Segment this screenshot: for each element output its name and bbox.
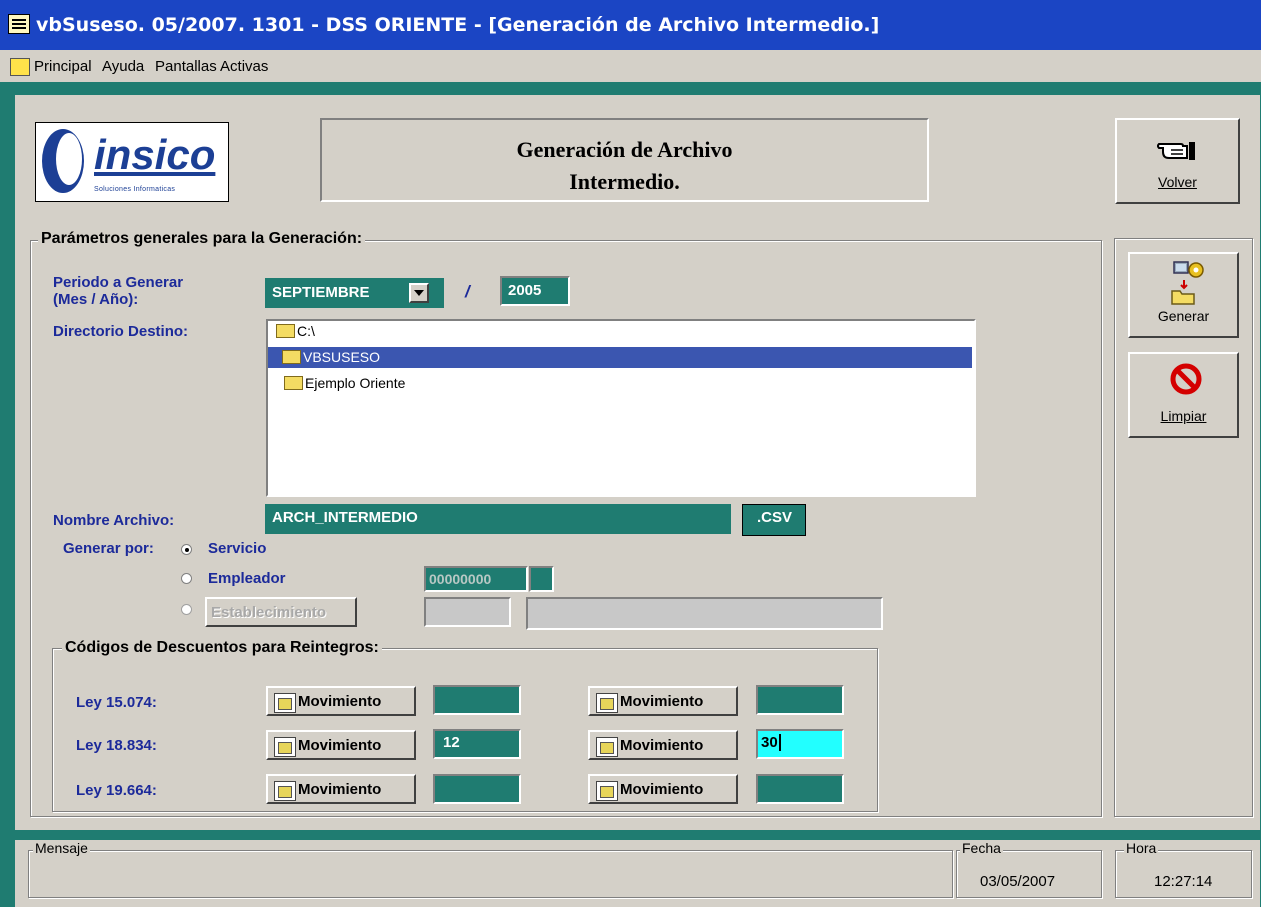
movement-icon xyxy=(596,781,618,801)
movimiento-button-18834-b[interactable]: Movimiento xyxy=(588,730,738,760)
code-input-19664-b[interactable] xyxy=(756,774,844,804)
menu-pantallas-activas[interactable]: Pantallas Activas xyxy=(155,58,268,75)
movimiento-label: Movimiento xyxy=(298,693,382,710)
fecha-label: Fecha xyxy=(960,840,1003,856)
volver-label: Volver xyxy=(1158,174,1197,190)
month-value: SEPTIEMBRE xyxy=(272,284,370,301)
generar-label: Generar xyxy=(1157,308,1210,324)
menu-ayuda[interactable]: Ayuda xyxy=(102,58,144,75)
directory-list[interactable]: C:\ VBSUSESO Ejemplo Oriente xyxy=(266,319,976,497)
generar-por-label: Generar por: xyxy=(63,540,154,557)
generar-button[interactable]: Generar xyxy=(1128,252,1239,338)
page-heading-box: Generación de Archivo Intermedio. xyxy=(320,118,929,202)
generate-file-icon xyxy=(1171,261,1204,305)
limpiar-label: Limpiar xyxy=(1160,408,1207,424)
code-input-18834-a[interactable]: 12 xyxy=(433,729,521,759)
mensaje-panel xyxy=(28,850,953,898)
radio-servicio[interactable] xyxy=(181,544,192,555)
logo-subtitle: Soluciones Informaticas xyxy=(94,186,176,193)
window-title: vbSuseso. 05/2007. 1301 - DSS ORIENTE - … xyxy=(36,14,880,36)
radio-empleador[interactable] xyxy=(181,573,192,584)
month-select[interactable]: SEPTIEMBRE xyxy=(265,278,444,308)
dir-item-vbsuseso[interactable]: VBSUSESO xyxy=(268,347,972,368)
period-separator: / xyxy=(465,282,470,301)
chevron-down-icon xyxy=(414,290,424,296)
movimiento-button-18834-a[interactable]: Movimiento xyxy=(266,730,416,760)
movement-icon xyxy=(274,781,296,801)
menu-bar: Principal Ayuda Pantallas Activas xyxy=(0,50,1261,82)
code-value: 30 xyxy=(761,734,781,751)
movement-icon xyxy=(274,737,296,757)
establecimiento-button[interactable]: Establecimiento xyxy=(205,597,357,627)
empleador-code-input[interactable]: 00000000 xyxy=(424,566,528,592)
codigos-group-title: Códigos de Descuentos para Reintegros: xyxy=(62,639,382,657)
establecimiento-label: Establecimiento xyxy=(211,604,327,621)
code-value: 12 xyxy=(443,734,460,751)
movement-icon xyxy=(274,693,296,713)
extension-value: .CSV xyxy=(757,509,793,526)
volver-button[interactable]: Volver xyxy=(1115,118,1240,204)
servicio-label[interactable]: Servicio xyxy=(208,540,266,557)
folder-icon xyxy=(284,376,303,391)
nombre-archivo-value: ARCH_INTERMEDIO xyxy=(272,509,418,526)
params-group-title: Parámetros generales para la Generación: xyxy=(38,230,366,248)
movement-icon xyxy=(596,693,618,713)
code-input-15074-b[interactable] xyxy=(756,685,844,715)
empleador-dv-input[interactable] xyxy=(529,566,554,592)
extension-label: .CSV xyxy=(742,504,806,536)
nombre-archivo-label: Nombre Archivo: xyxy=(53,512,175,529)
year-input[interactable]: 2005 xyxy=(500,276,570,306)
movimiento-button-15074-b[interactable]: Movimiento xyxy=(588,686,738,716)
establecimiento-name-input[interactable] xyxy=(526,597,883,630)
periodo-label: Periodo a Generar (Mes / Año): xyxy=(53,274,184,308)
movimiento-button-19664-a[interactable]: Movimiento xyxy=(266,774,416,804)
code-input-18834-b[interactable]: 30 xyxy=(756,729,844,759)
dir-vbsuseso-label: VBSUSESO xyxy=(303,349,381,365)
app-icon[interactable] xyxy=(8,14,30,34)
menu-principal[interactable]: Principal xyxy=(34,58,92,75)
ley-18834-label: Ley 18.834: xyxy=(76,737,157,754)
hora-label: Hora xyxy=(1124,840,1159,856)
ley-15074-label: Ley 15.074: xyxy=(76,694,157,711)
no-entry-icon xyxy=(1170,363,1202,395)
insico-logo: insico Soluciones Informaticas xyxy=(35,122,229,202)
pointing-hand-icon xyxy=(1157,142,1195,160)
page-title: Generación de Archivo Intermedio. xyxy=(516,137,733,194)
logo-text: insico xyxy=(94,131,216,178)
movimiento-label: Movimiento xyxy=(620,781,704,798)
movimiento-label: Movimiento xyxy=(298,781,382,798)
movimiento-label: Movimiento xyxy=(620,693,704,710)
open-folder-icon xyxy=(282,350,301,365)
radio-establecimiento[interactable] xyxy=(181,604,192,615)
month-dropdown-button[interactable] xyxy=(409,283,429,303)
movimiento-button-15074-a[interactable]: Movimiento xyxy=(266,686,416,716)
movimiento-label: Movimiento xyxy=(298,737,382,754)
dir-item-root[interactable]: C:\ xyxy=(276,323,315,339)
code-input-15074-a[interactable] xyxy=(433,685,521,715)
empleador-code-value: 00000000 xyxy=(429,571,492,587)
title-bar[interactable]: vbSuseso. 05/2007. 1301 - DSS ORIENTE - … xyxy=(0,0,1261,50)
document-icon[interactable] xyxy=(10,58,30,76)
fecha-value: 03/05/2007 xyxy=(980,873,1056,890)
ley-19664-label: Ley 19.664: xyxy=(76,782,157,799)
directorio-label: Directorio Destino: xyxy=(53,323,189,340)
dir-ejemplo-label: Ejemplo Oriente xyxy=(305,375,406,391)
movement-icon xyxy=(596,737,618,757)
code-input-19664-a[interactable] xyxy=(433,774,521,804)
dir-root-label: C:\ xyxy=(297,323,315,339)
dir-item-ejemplo[interactable]: Ejemplo Oriente xyxy=(284,375,405,391)
movimiento-button-19664-b[interactable]: Movimiento xyxy=(588,774,738,804)
limpiar-button[interactable]: Limpiar xyxy=(1128,352,1239,438)
establecimiento-code-input[interactable] xyxy=(424,597,511,627)
year-value: 2005 xyxy=(508,282,542,299)
mensaje-label: Mensaje xyxy=(33,840,90,856)
logo-swoosh-icon xyxy=(42,129,84,193)
empleador-label[interactable]: Empleador xyxy=(208,570,286,587)
nombre-archivo-input[interactable]: ARCH_INTERMEDIO xyxy=(265,504,731,534)
movimiento-label: Movimiento xyxy=(620,737,704,754)
open-folder-icon xyxy=(276,324,295,339)
hora-value: 12:27:14 xyxy=(1154,873,1213,890)
